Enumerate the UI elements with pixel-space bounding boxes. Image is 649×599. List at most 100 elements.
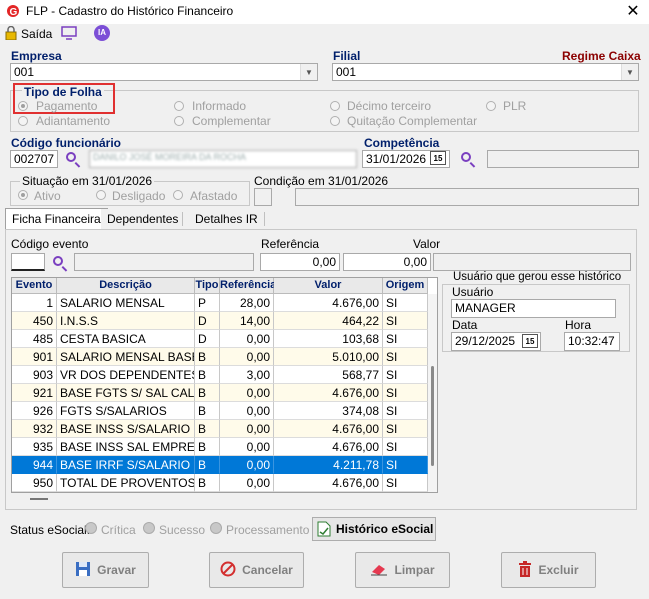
cell-tipo: B: [195, 402, 220, 420]
cell-referencia: 0,00: [220, 348, 274, 366]
desligado-label: Desligado: [112, 189, 166, 203]
radio-informado[interactable]: [174, 101, 184, 111]
table-row[interactable]: 901 SALARIO MENSAL BASE B 0,00 5.010,00 SI: [12, 348, 428, 366]
col-valor[interactable]: Valor: [274, 278, 383, 294]
table-row[interactable]: 944 BASE IRRF S/SALARIO B 0,00 4.211,78 SI: [12, 456, 428, 474]
table-row[interactable]: 950 TOTAL DE PROVENTOS B 0,00 4.676,00 SI: [12, 474, 428, 492]
usuario-field[interactable]: MANAGER: [451, 299, 616, 318]
search-icon[interactable]: [461, 152, 471, 162]
col-tipo[interactable]: Tipo: [195, 278, 220, 294]
table-row[interactable]: 932 BASE INSS S/SALARIO B 0,00 4.676,00 SI: [12, 420, 428, 438]
table-row[interactable]: 450 I.N.S.S D 14,00 464,22 SI: [12, 312, 428, 330]
cell-tipo: B: [195, 366, 220, 384]
historico-esocial-button[interactable]: Histórico eSocial: [312, 517, 436, 541]
radio-pagamento[interactable]: [18, 101, 28, 111]
usuario-group-title: Usuário que gerou esse histórico: [451, 271, 624, 283]
table-row[interactable]: 1 SALARIO MENSAL P 28,00 4.676,00 SI: [12, 294, 428, 312]
radio-quitacao-complementar[interactable]: [330, 116, 340, 126]
cell-evento: 926: [12, 402, 57, 420]
gravar-button[interactable]: Gravar: [62, 552, 149, 588]
tab-dependentes[interactable]: Dependentes: [101, 209, 185, 229]
radio-desligado[interactable]: [96, 190, 106, 200]
limpar-button[interactable]: Limpar: [355, 552, 450, 588]
saida-button[interactable]: Saída: [21, 27, 52, 41]
cell-origem: SI: [383, 384, 428, 402]
table-row[interactable]: 921 BASE FGTS S/ SAL CALC B 0,00 4.676,00 SI: [12, 384, 428, 402]
toolbar: Saída IA: [0, 24, 649, 44]
table-row[interactable]: 485 CESTA BASICA D 0,00 103,68 SI: [12, 330, 428, 348]
valor-field[interactable]: 0,00: [343, 253, 431, 271]
cell-descricao: BASE IRRF S/SALARIO: [57, 456, 195, 474]
cell-descricao: BASE FGTS S/ SAL CALC: [57, 384, 195, 402]
cell-valor: 568,77: [274, 366, 383, 384]
calendar-icon[interactable]: 15: [430, 151, 446, 165]
monitor-icon[interactable]: [61, 26, 77, 40]
search-icon[interactable]: [66, 152, 76, 162]
table-row[interactable]: 903 VR DOS DEPENDENTES B 3,00 568,77 SI: [12, 366, 428, 384]
cell-origem: SI: [383, 438, 428, 456]
radio-plr[interactable]: [486, 101, 496, 111]
cell-valor: 4.676,00: [274, 294, 383, 312]
condicao-desc-field: [295, 188, 639, 206]
lock-icon[interactable]: [5, 25, 17, 41]
grid-scrollbar[interactable]: [428, 294, 437, 492]
radio-ativo[interactable]: [18, 190, 28, 200]
radio-adiantamento[interactable]: [18, 116, 28, 126]
tab-ficha-financeira[interactable]: Ficha Financeira: [5, 208, 108, 230]
excluir-button[interactable]: Excluir: [501, 552, 596, 588]
pagamento-label: Pagamento: [36, 99, 98, 113]
cell-evento: 935: [12, 438, 57, 456]
filial-select[interactable]: 001 ▼: [332, 63, 639, 81]
col-descricao[interactable]: Descrição: [57, 278, 195, 294]
col-referencia[interactable]: Referência: [220, 278, 276, 294]
close-button[interactable]: ✕: [624, 1, 642, 21]
col-evento[interactable]: Evento: [12, 278, 57, 294]
radio-afastado[interactable]: [173, 190, 183, 200]
chevron-down-icon[interactable]: ▼: [621, 64, 638, 80]
cell-evento: 1: [12, 294, 57, 312]
scrollbar-thumb[interactable]: [431, 366, 434, 466]
cell-referencia: 3,00: [220, 366, 274, 384]
cell-evento: 950: [12, 474, 57, 492]
ia-icon[interactable]: IA: [94, 25, 110, 41]
cell-descricao: BASE INSS S/SALARIO: [57, 420, 195, 438]
table-row[interactable]: 926 FGTS S/SALARIOS B 0,00 374,08 SI: [12, 402, 428, 420]
cell-origem: SI: [383, 348, 428, 366]
cell-valor: 5.010,00: [274, 348, 383, 366]
data-label: Data: [452, 318, 478, 332]
adiantamento-label: Adiantamento: [36, 114, 111, 128]
col-origem[interactable]: Origem: [383, 278, 428, 294]
document-icon: [317, 521, 331, 537]
radio-decimo-terceiro[interactable]: [330, 101, 340, 111]
cell-evento: 485: [12, 330, 57, 348]
excluir-label: Excluir: [538, 563, 579, 577]
chevron-down-icon[interactable]: ▼: [300, 64, 317, 80]
search-icon[interactable]: [53, 256, 63, 266]
tab-separator: [182, 212, 183, 226]
tab-detalhes-ir[interactable]: Detalhes IR: [189, 209, 264, 229]
cell-origem: SI: [383, 312, 428, 330]
funcionario-code-field[interactable]: 002707: [10, 150, 58, 168]
radio-complementar[interactable]: [174, 116, 184, 126]
app-logo-icon: G: [6, 4, 20, 18]
empresa-select[interactable]: 001 ▼: [10, 63, 318, 81]
filial-value: 001: [336, 65, 357, 79]
calendar-icon[interactable]: 15: [522, 334, 538, 348]
usuario-label: Usuário: [452, 285, 494, 299]
codigo-evento-field[interactable]: [11, 253, 45, 271]
hora-field[interactable]: 10:32:47: [564, 332, 620, 351]
referencia-field[interactable]: 0,00: [260, 253, 340, 271]
cell-descricao: I.N.S.S: [57, 312, 195, 330]
cell-descricao: BASE INSS SAL EMPRESA: [57, 438, 195, 456]
cancelar-button[interactable]: Cancelar: [209, 552, 304, 588]
cancelar-label: Cancelar: [242, 563, 293, 577]
condicao-code-field: [254, 188, 272, 206]
competencia-value: 31/01/2026: [366, 152, 427, 166]
tipo-folha-label: Tipo de Folha: [22, 85, 104, 99]
cell-valor: 374,08: [274, 402, 383, 420]
cell-origem: SI: [383, 456, 428, 474]
table-row[interactable]: 935BASE INSS SAL EMPRESAB0,004.676,00SI: [12, 438, 428, 456]
cell-tipo: B: [195, 348, 220, 366]
cell-referencia: 0,00: [220, 402, 274, 420]
cell-origem: SI: [383, 474, 428, 492]
